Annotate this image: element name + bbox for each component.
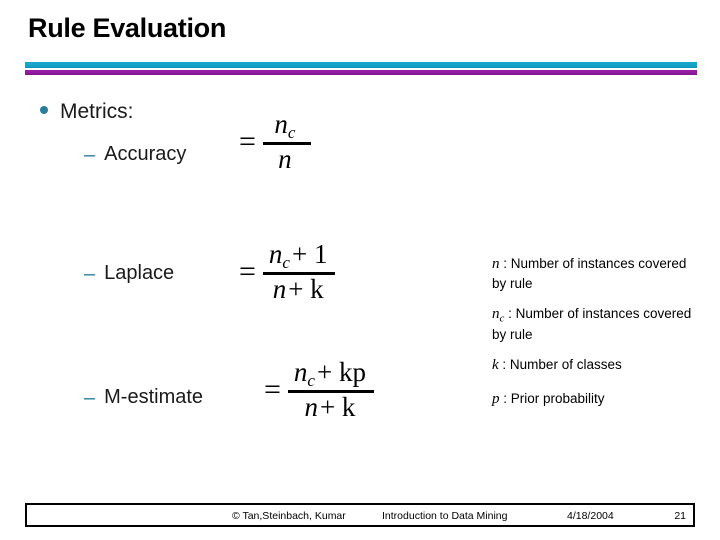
numerator-subscript: c	[307, 371, 315, 391]
fraction: nc+ 1 n+ k	[262, 240, 336, 304]
numerator-symbol: n	[268, 239, 283, 269]
list-item-m-estimate: – M-estimate	[84, 386, 203, 409]
denominator-symbol: n	[278, 144, 292, 175]
formula-accuracy: = nc n	[228, 110, 311, 174]
denominator-rest	[292, 144, 296, 174]
fraction: nc n	[262, 110, 311, 174]
numerator-rest: + 1	[291, 239, 328, 269]
list-item-label: Laplace	[104, 262, 175, 284]
bullet-dot-icon	[40, 106, 48, 114]
fraction-denominator: n	[272, 145, 302, 174]
bullet-metrics: Metrics:	[40, 100, 134, 124]
fraction-numerator: nc	[268, 110, 305, 142]
legend-symbol: k	[492, 356, 499, 373]
slide-content: Metrics: – Accuracy = nc n – Laplace = n…	[0, 0, 720, 540]
fraction-numerator: nc+ 1	[263, 240, 336, 272]
fraction-denominator: n+ k	[298, 393, 363, 422]
legend-text: : Number of instances covered by rule	[492, 306, 692, 342]
numerator-symbol: n	[274, 109, 288, 139]
footer-copyright: © Tan,Steinbach, Kumar	[232, 510, 346, 522]
numerator-rest	[295, 109, 299, 139]
numerator-subscript: c	[282, 253, 290, 273]
list-item-laplace: – Laplace	[84, 262, 174, 285]
footer-page-number: 21	[674, 510, 686, 522]
legend-symbol: n	[492, 256, 500, 272]
equals-sign: =	[239, 255, 256, 289]
denominator-rest: + k	[288, 274, 324, 305]
legend-entry-nc: nc : Number of instances covered by rule	[492, 306, 697, 342]
legend-symbol: n	[492, 306, 500, 323]
numerator-rest: + kp	[316, 357, 366, 387]
fraction: nc+ kp n+ k	[287, 358, 374, 422]
list-item-label: M-estimate	[104, 386, 204, 408]
formula-m-estimate: = nc+ kp n+ k	[253, 358, 374, 422]
legend-text: : Number of instances covered by rule	[492, 256, 687, 292]
legend-text: : Prior probability	[499, 390, 605, 406]
dash-icon: –	[84, 262, 96, 285]
slide-footer: © Tan,Steinbach, Kumar Introduction to D…	[25, 503, 695, 527]
footer-date: 4/18/2004	[567, 510, 614, 522]
fraction-denominator: n+ k	[267, 275, 332, 304]
legend-entry-k: k : Number of classes	[492, 357, 697, 377]
numerator-symbol: n	[293, 357, 308, 387]
legend-symbol: p	[492, 390, 500, 407]
dash-icon: –	[84, 143, 96, 166]
legend-text: : Number of classes	[498, 356, 622, 372]
denominator-symbol: n	[272, 274, 287, 305]
legend-entry-n: n : Number of instances covered by rule	[492, 256, 697, 292]
list-item-accuracy: – Accuracy	[84, 143, 186, 166]
symbol-legend: n : Number of instances covered by rule …	[492, 256, 697, 411]
equals-sign: =	[264, 373, 281, 407]
footer-course: Introduction to Data Mining	[382, 510, 508, 522]
legend-entry-p: p : Prior probability	[492, 391, 697, 411]
denominator-rest: + k	[319, 392, 356, 423]
formula-laplace: = nc+ 1 n+ k	[228, 240, 336, 304]
list-item-label: Accuracy	[104, 143, 187, 165]
equals-sign: =	[239, 125, 256, 159]
denominator-symbol: n	[304, 392, 318, 423]
fraction-numerator: nc+ kp	[288, 358, 374, 390]
footer-content: © Tan,Steinbach, Kumar Introduction to D…	[27, 505, 693, 525]
dash-icon: –	[84, 386, 96, 409]
bullet-metrics-label: Metrics:	[60, 100, 134, 123]
